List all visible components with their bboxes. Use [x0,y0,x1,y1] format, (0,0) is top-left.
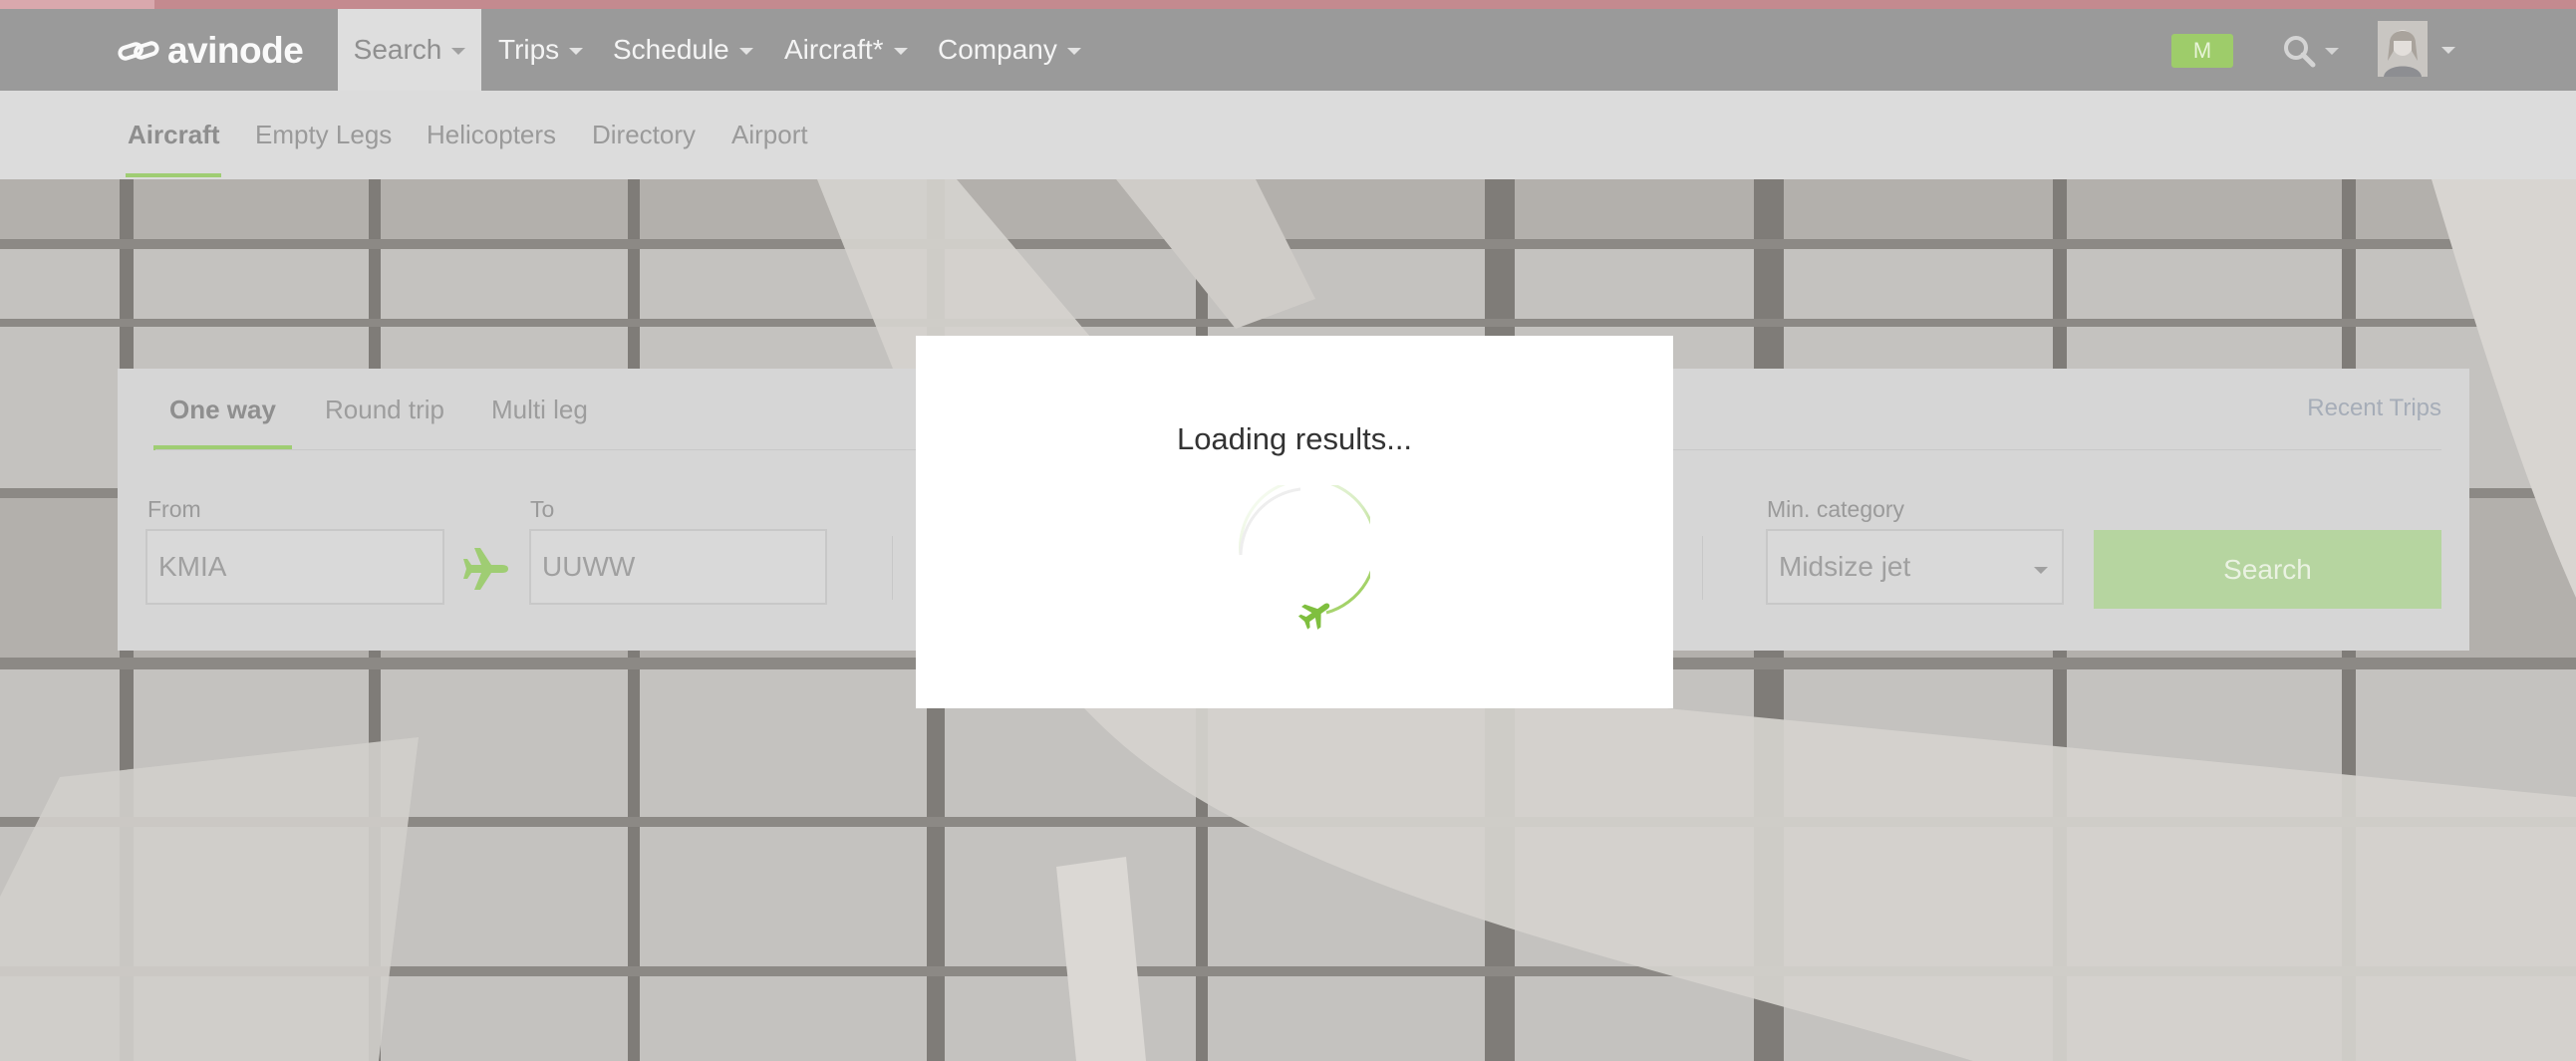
subnav-directory[interactable]: Directory [592,91,696,179]
tab-multi-leg-label: Multi leg [491,394,588,424]
from-label: From [147,496,201,522]
subnav-helicopters[interactable]: Helicopters [427,91,556,179]
field-divider [1702,536,1703,600]
nav-company-label: Company [938,34,1057,65]
main-navbar: avinode Search Trips Schedule Aircraft* … [0,9,2576,91]
chevron-down-icon [451,48,466,55]
nav-schedule-label: Schedule [613,34,729,65]
subnav-aircraft[interactable]: Aircraft [126,91,222,179]
tab-round-trip[interactable]: Round trip [325,369,444,450]
user-avatar[interactable] [2378,21,2428,77]
recent-trips-link[interactable]: Recent Trips [2307,395,2441,422]
tab-one-way[interactable]: One way [153,369,292,450]
nav-schedule[interactable]: Schedule [613,9,753,91]
loading-modal: Loading results... [916,336,1673,708]
nav-aircraft-label: Aircraft* [784,34,884,65]
tab-round-trip-label: Round trip [325,394,444,424]
search-button[interactable]: Search [2094,530,2441,609]
chevron-down-icon [2325,47,2339,55]
nav-trips[interactable]: Trips [498,9,584,91]
from-airport-input[interactable]: KMIA [145,529,444,605]
nav-search-label: Search [353,34,442,65]
min-category-label: Min. category [1767,496,1905,522]
tab-multi-leg[interactable]: Multi leg [491,369,588,450]
chevron-down-icon [738,48,753,55]
subnav-airport[interactable]: Airport [731,91,808,179]
subnav-empty-legs[interactable]: Empty Legs [255,91,392,179]
tab-one-way-label: One way [169,394,276,424]
global-search-toggle[interactable] [2281,31,2339,71]
search-subnav: Aircraft Empty Legs Helicopters Director… [0,91,2576,179]
chevron-down-icon [893,48,908,55]
chevron-down-icon [2034,567,2048,574]
field-divider [892,536,893,600]
nav-search[interactable]: Search [338,9,481,91]
chevron-down-icon[interactable] [2441,47,2455,54]
nav-trips-label: Trips [498,34,560,65]
airplane-icon [463,548,508,590]
link-chain-icon [118,41,159,61]
subnav-helicopters-label: Helicopters [427,120,557,149]
user-initial-badge[interactable]: M [2171,34,2233,68]
brand-name: avinode [167,30,304,71]
avinode-logo[interactable]: avinode [118,30,304,71]
min-category-select[interactable]: Midsize jet [1766,529,2064,605]
nav-aircraft[interactable]: Aircraft* [784,9,908,91]
subnav-airport-label: Airport [731,120,808,149]
min-category-value: Midsize jet [1779,551,1911,582]
magnifier-icon [2284,36,2316,68]
chevron-down-icon [569,48,584,55]
subnav-empty-legs-label: Empty Legs [255,120,393,149]
top-accent-stripe [0,0,2576,9]
chevron-down-icon [1066,48,1081,55]
nav-company[interactable]: Company [938,9,1081,91]
subnav-directory-label: Directory [592,120,697,149]
active-tab-underline [126,173,222,177]
plane-loading-spinner-icon [1239,485,1370,630]
to-label: To [530,496,555,522]
subnav-aircraft-label: Aircraft [128,120,220,149]
to-airport-input[interactable]: UUWW [529,529,827,605]
user-photo-icon [2378,21,2428,77]
loading-message: Loading results... [1176,421,1413,456]
